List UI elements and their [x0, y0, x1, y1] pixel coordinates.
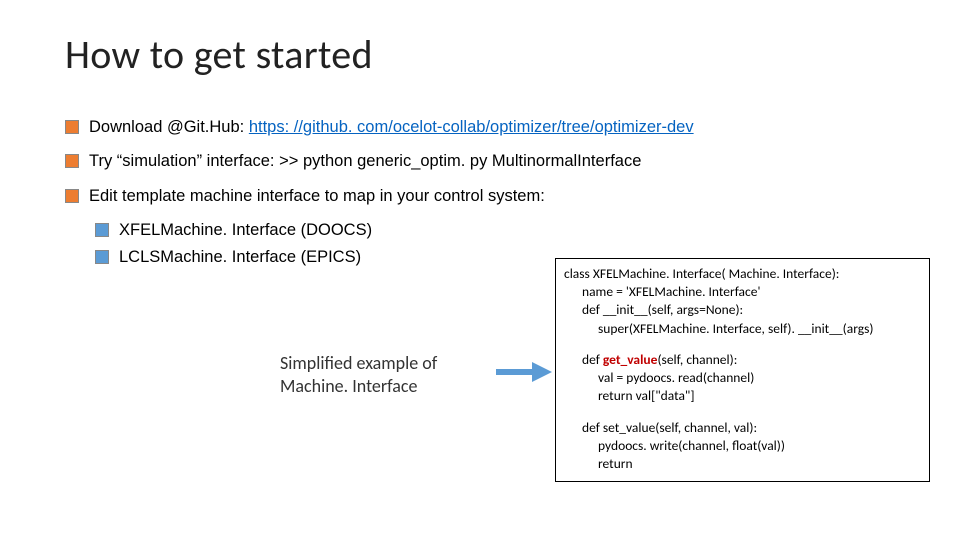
page-title: How to get started: [65, 30, 915, 79]
square-bullet-icon: [95, 250, 109, 264]
code-line: return: [564, 455, 921, 473]
code-line: val = pydoocs. read(channel): [564, 369, 921, 387]
sub-bullet-item: XFELMachine. Interface (DOOCS): [95, 220, 915, 241]
code-line: name = 'XFELMachine. Interface': [564, 283, 921, 301]
code-line: return val["data"]: [564, 387, 921, 405]
github-link[interactable]: https: //github. com/ocelot-collab/optim…: [249, 118, 694, 136]
bullet-item: Download @Git.Hub: https: //github. com/…: [65, 117, 915, 138]
bullet-text: Try “simulation” interface: >> python ge…: [89, 151, 641, 172]
square-bullet-icon: [95, 223, 109, 237]
method-name: get_value: [603, 351, 658, 368]
code-line: super(XFELMachine. Interface, self). __i…: [564, 320, 921, 338]
square-bullet-icon: [65, 189, 79, 203]
bullet-item: Edit template machine interface to map i…: [65, 186, 915, 207]
code-line: def set_value(self, channel, val):: [564, 419, 921, 437]
code-text: (self, channel):: [657, 351, 737, 368]
bullet-text: XFELMachine. Interface (DOOCS): [119, 220, 372, 241]
bullet-list: Download @Git.Hub: https: //github. com/…: [65, 117, 915, 268]
code-line: def __init__(self, args=None):: [564, 301, 921, 319]
text: Download @Git.Hub:: [89, 118, 249, 136]
code-text: def: [582, 351, 603, 368]
bullet-item: Try “simulation” interface: >> python ge…: [65, 151, 915, 172]
bullet-text: Download @Git.Hub: https: //github. com/…: [89, 117, 694, 138]
code-line: pydoocs. write(channel, float(val)): [564, 437, 921, 455]
code-box: class XFELMachine. Interface( Machine. I…: [555, 258, 930, 482]
arrow-right-icon: [494, 360, 552, 384]
square-bullet-icon: [65, 154, 79, 168]
code-line: def get_value(self, channel):: [564, 351, 921, 369]
bullet-text: LCLSMachine. Interface (EPICS): [119, 247, 361, 268]
square-bullet-icon: [65, 120, 79, 134]
bullet-text: Edit template machine interface to map i…: [89, 186, 545, 207]
caption-text: Simplified example of Machine. Interface: [280, 352, 480, 397]
code-line: class XFELMachine. Interface( Machine. I…: [564, 265, 921, 283]
